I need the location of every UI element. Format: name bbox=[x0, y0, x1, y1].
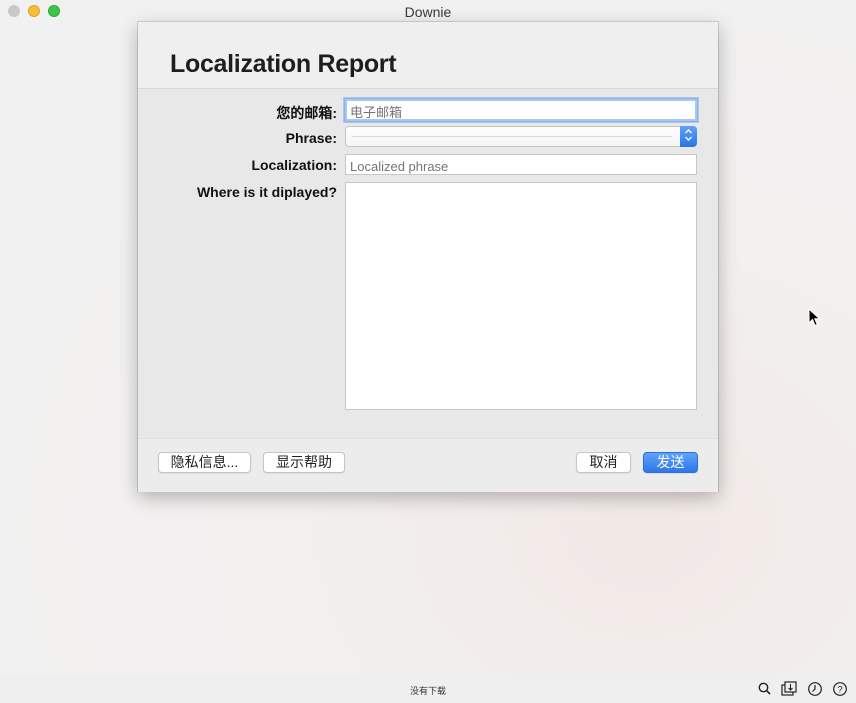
email-label: 您的邮箱: bbox=[276, 105, 337, 121]
status-bar: 没有下载 ? bbox=[0, 674, 856, 703]
updown-arrows-icon bbox=[685, 129, 692, 141]
history-icon[interactable] bbox=[806, 680, 824, 698]
localization-report-sheet: Localization Report 您的邮箱: Phrase: Locali… bbox=[138, 22, 718, 492]
zoom-window-button[interactable] bbox=[48, 5, 60, 17]
mouse-pointer-icon bbox=[808, 308, 821, 327]
localization-label: Localization: bbox=[251, 157, 337, 173]
privacy-info-button[interactable]: 隐私信息... bbox=[158, 452, 251, 473]
close-window-button[interactable] bbox=[8, 5, 20, 17]
where-displayed-label: Where is it diplayed? bbox=[196, 184, 337, 200]
help-icon[interactable]: ? bbox=[831, 680, 849, 698]
sheet-header: Localization Report bbox=[138, 22, 718, 89]
localization-field[interactable] bbox=[345, 154, 697, 175]
phrase-label: Phrase: bbox=[285, 130, 337, 146]
cancel-button[interactable]: 取消 bbox=[576, 452, 631, 473]
chevron-updown-icon[interactable] bbox=[680, 126, 697, 147]
window-title: Downie bbox=[404, 3, 452, 20]
sheet-footer: 隐私信息... 显示帮助 取消 发送 bbox=[138, 438, 718, 492]
sheet-title: Localization Report bbox=[170, 50, 397, 78]
downloads-status-text: 没有下载 bbox=[410, 686, 447, 696]
phrase-popup-value bbox=[352, 136, 672, 137]
search-icon[interactable] bbox=[756, 680, 774, 698]
show-help-button[interactable]: 显示帮助 bbox=[263, 452, 345, 473]
send-button[interactable]: 发送 bbox=[643, 452, 698, 473]
titlebar: Downie bbox=[0, 0, 856, 22]
phrase-popup[interactable] bbox=[345, 126, 697, 147]
svg-text:?: ? bbox=[837, 685, 842, 696]
where-displayed-textarea[interactable] bbox=[345, 182, 697, 410]
email-field[interactable] bbox=[344, 98, 698, 122]
downloads-icon[interactable] bbox=[780, 680, 798, 698]
minimize-window-button[interactable] bbox=[28, 5, 40, 17]
